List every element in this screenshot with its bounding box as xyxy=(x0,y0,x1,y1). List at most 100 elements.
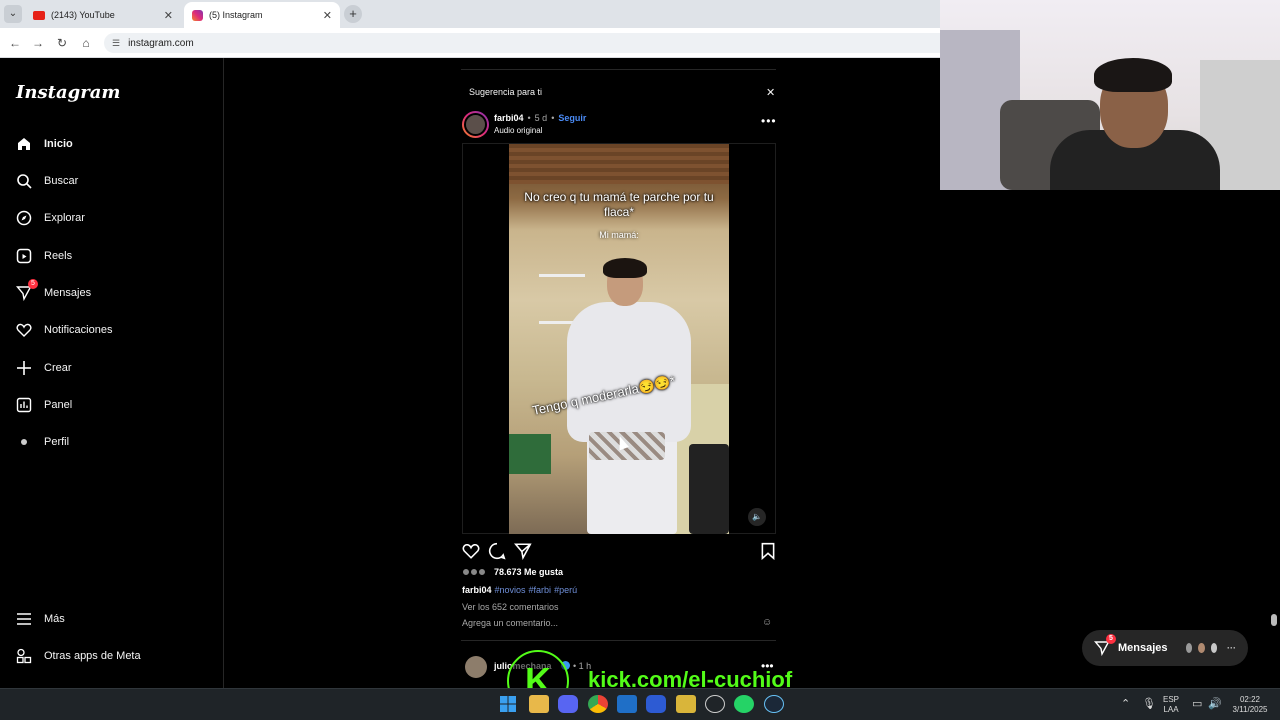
comment-input[interactable]: Agrega un comentario... xyxy=(462,618,558,628)
app-icon[interactable] xyxy=(646,695,666,713)
bookmark-icon[interactable] xyxy=(759,542,777,561)
messenger-icon: 5 xyxy=(1093,634,1116,657)
like-icon[interactable] xyxy=(462,542,480,560)
youtube-favicon-icon xyxy=(33,10,45,20)
volume-icon[interactable]: 🔊 xyxy=(1208,697,1222,710)
unread-badge: 5 xyxy=(28,279,38,289)
chevron-up-icon[interactable]: ⌃ xyxy=(1121,697,1130,710)
sidebar-item-mensajes[interactable]: 5 Mensajes xyxy=(16,279,92,304)
caption-username[interactable]: farbi04 xyxy=(462,585,492,595)
sidebar-item-label: Buscar xyxy=(44,175,79,187)
back-icon[interactable]: ← xyxy=(6,34,24,52)
view-comments-link[interactable]: Ver los 652 comentarios xyxy=(462,602,559,612)
forward-icon[interactable]: → xyxy=(29,34,47,52)
post-time[interactable]: 5 d xyxy=(535,113,548,123)
discord-icon[interactable] xyxy=(558,695,578,713)
post-video[interactable]: No creo q tu mamá te parche por tu flaca… xyxy=(509,144,729,534)
separator-dot: • xyxy=(551,113,555,123)
network-icon[interactable]: ▭ xyxy=(1192,697,1202,710)
sidebar-item-notificaciones[interactable]: Notificaciones xyxy=(16,319,112,341)
sidebar-item-label: Panel xyxy=(44,399,73,411)
sidebar-item-mas[interactable]: Más xyxy=(16,608,65,630)
clock-date: 3/11/2025 xyxy=(1232,705,1268,714)
chrome-icon[interactable] xyxy=(588,695,608,713)
audio-link[interactable]: Audio original xyxy=(494,126,542,135)
post-divider xyxy=(461,640,776,641)
emoji-icon[interactable]: ☺ xyxy=(762,617,772,628)
follow-button[interactable]: Seguir xyxy=(558,113,586,123)
whatsapp-icon[interactable] xyxy=(734,695,754,713)
steam-icon[interactable] xyxy=(764,695,784,713)
url-text: instagram.com xyxy=(128,37,194,49)
sidebar-item-reels[interactable]: Reels xyxy=(16,245,72,267)
avatar-icon xyxy=(16,434,32,450)
sidebar-item-panel[interactable]: Panel xyxy=(16,394,72,416)
language-layout: LAA xyxy=(1163,705,1179,714)
post-username[interactable]: farbi04 xyxy=(494,113,524,123)
post-author-avatar[interactable] xyxy=(462,111,489,138)
tab-youtube[interactable]: (2143) YouTube ✕ xyxy=(25,2,181,28)
contact-avatar xyxy=(1208,641,1219,655)
webcam-person-hair xyxy=(1094,58,1172,92)
sidebar-item-crear[interactable]: Crear xyxy=(16,357,72,379)
site-info-icon[interactable]: ☰ xyxy=(112,38,120,49)
new-tab-button[interactable]: + xyxy=(344,5,362,23)
close-icon[interactable]: ✕ xyxy=(323,9,332,22)
language-indicator[interactable]: ESP LAA xyxy=(1163,695,1179,715)
sidebar-item-explorar[interactable]: Explorar xyxy=(16,207,85,229)
hashtag-link[interactable]: #farbi xyxy=(529,585,552,595)
likes-row[interactable]: 78.673 Me gusta xyxy=(462,567,563,577)
messages-pill-label: Mensajes xyxy=(1118,642,1168,654)
url-field[interactable]: ☰ instagram.com xyxy=(104,33,1004,53)
microphone-icon[interactable]: 🎙 xyxy=(1142,697,1156,710)
scrollbar-thumb[interactable] xyxy=(1271,614,1277,626)
liker-avatar xyxy=(478,568,486,576)
post-divider xyxy=(461,69,776,70)
hashtag-link[interactable]: #perú xyxy=(554,585,577,595)
tab-search-button[interactable]: ⌄ xyxy=(4,5,22,23)
sidebar-item-perfil[interactable]: Perfil xyxy=(16,431,69,453)
close-icon[interactable]: ✕ xyxy=(766,86,775,99)
heart-icon xyxy=(16,322,32,338)
close-icon[interactable]: ✕ xyxy=(164,9,173,22)
more-options-icon[interactable]: ••• xyxy=(761,114,777,128)
video-scene-ceiling xyxy=(509,144,729,184)
messages-pill[interactable]: 5 Mensajes ··· xyxy=(1082,630,1248,666)
hashtag-link[interactable]: #novios xyxy=(495,585,526,595)
chart-icon xyxy=(16,397,32,413)
unread-badge: 5 xyxy=(1106,634,1116,644)
share-icon[interactable] xyxy=(513,542,532,561)
liker-avatar xyxy=(462,568,470,576)
sidebar-item-inicio[interactable]: Inicio xyxy=(16,133,73,155)
sidebar-item-label: Crear xyxy=(44,362,72,374)
next-post-avatar[interactable] xyxy=(465,656,487,678)
app-icon[interactable] xyxy=(705,695,725,713)
reload-icon[interactable]: ↻ xyxy=(53,34,71,52)
sidebar-item-label: Mensajes xyxy=(44,287,92,299)
compass-icon xyxy=(16,210,32,226)
tab-title: (2143) YouTube xyxy=(51,10,115,20)
video-caption-top: No creo q tu mamá te parche por tu flaca… xyxy=(524,190,714,219)
contact-avatar xyxy=(1183,641,1195,655)
clock[interactable]: 02:22 3/11/2025 xyxy=(1228,695,1272,715)
sidebar-item-buscar[interactable]: Buscar xyxy=(16,170,78,192)
language-code: ESP xyxy=(1163,695,1180,704)
sidebar-item-label: Otras apps de Meta xyxy=(44,650,141,662)
tab-instagram[interactable]: (5) Instagram ✕ xyxy=(184,2,340,28)
messenger-icon: 5 xyxy=(16,279,38,301)
windows-start-icon[interactable] xyxy=(499,695,519,713)
webcam-overlay xyxy=(940,0,1280,190)
comment-icon[interactable] xyxy=(488,542,506,560)
home-button-icon[interactable]: ⌂ xyxy=(77,34,95,52)
search-icon xyxy=(16,173,32,189)
app-icon[interactable] xyxy=(676,695,696,713)
instagram-logo[interactable]: Instagram xyxy=(16,82,120,103)
home-icon xyxy=(16,136,32,152)
menu-icon xyxy=(16,611,32,627)
vscode-icon[interactable] xyxy=(617,695,637,713)
mute-icon[interactable]: 🔈 xyxy=(748,508,766,526)
sidebar-item-otras-apps[interactable]: Otras apps de Meta xyxy=(16,645,141,667)
file-explorer-icon[interactable] xyxy=(529,695,549,713)
instagram-favicon-icon xyxy=(192,9,203,21)
taskbar xyxy=(0,688,1280,720)
